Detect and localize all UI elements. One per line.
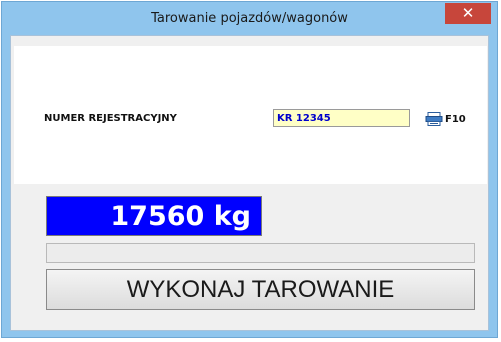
f10-shortcut-label: F10 [445,113,466,125]
title-bar[interactable]: Tarowanie pojazdów/wagonów ✕ [2,2,497,36]
close-button[interactable]: ✕ [445,3,491,24]
perform-tare-button[interactable]: WYKONAJ TAROWANIE [46,269,475,310]
window-title: Tarowanie pojazdów/wagonów [151,11,348,26]
keyboard-f10-button[interactable]: F10 [425,111,466,127]
weight-readout: 17560 kg [46,196,262,236]
form-panel: NUMER REJESTRACYJNY F10 [14,46,487,184]
plate-number-input[interactable] [273,109,410,127]
tare-dialog-window: Tarowanie pojazdów/wagonów ✕ NUMER REJES… [1,1,498,338]
status-bar [46,243,475,263]
dialog-client-area: NUMER REJESTRACYJNY F10 17560 kg WYKONAJ… [10,35,489,331]
keyboard-icon [425,112,443,126]
plate-number-label: NUMER REJESTRACYJNY [44,113,177,124]
close-icon: ✕ [461,4,475,22]
